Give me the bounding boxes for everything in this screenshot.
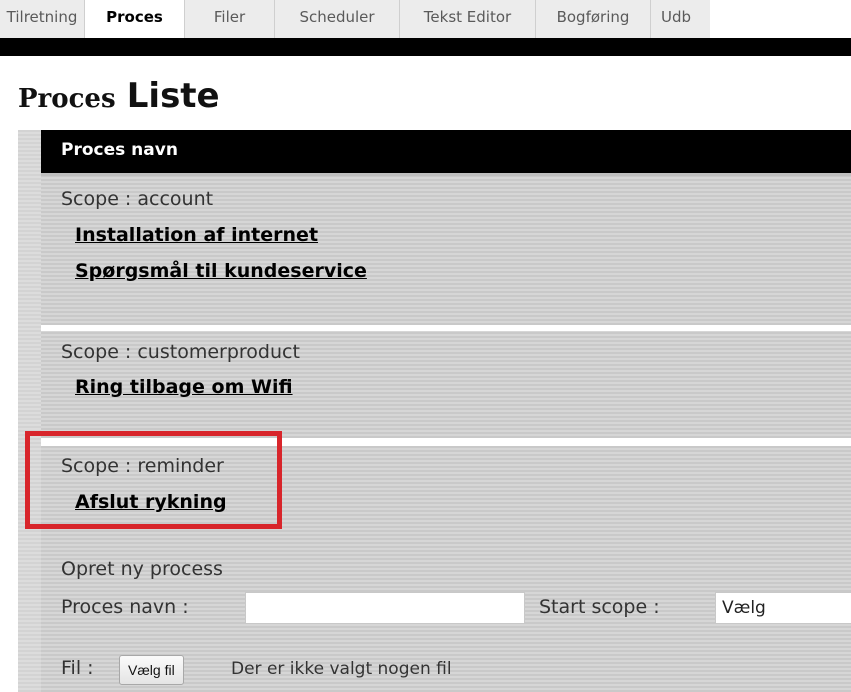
process-link-installation-af-internet[interactable]: Installation af internet	[75, 224, 318, 246]
scope-group-account: Scope : account Installation af internet…	[41, 176, 851, 325]
tab-proces[interactable]: Proces	[84, 0, 184, 38]
left-gutter	[18, 130, 41, 692]
process-link-afslut-rykning[interactable]: Afslut rykning	[75, 491, 227, 513]
tab-tekst-editor[interactable]: Tekst Editor	[399, 0, 535, 38]
column-header-proces-navn: Proces navn	[61, 140, 178, 160]
file-status-text: Der er ikke valgt nogen fil	[231, 659, 452, 679]
tab-bogforing[interactable]: Bogføring	[535, 0, 650, 38]
page-title-small: Proces	[18, 84, 116, 114]
process-link-sporgsmal-til-kundeservice[interactable]: Spørgsmål til kundeservice	[75, 260, 367, 282]
process-name-input[interactable]	[245, 592, 525, 624]
scope-label: Scope : customerproduct	[61, 341, 300, 363]
tab-udb[interactable]: Udb	[650, 0, 710, 38]
file-label: Fil :	[61, 657, 94, 679]
tab-scheduler[interactable]: Scheduler	[274, 0, 399, 38]
tab-tilretning[interactable]: Tilretning	[0, 0, 84, 38]
table-header: Proces navn	[41, 130, 851, 176]
start-scope-select[interactable]: Vælg	[715, 592, 851, 624]
process-name-label: Proces navn :	[61, 596, 189, 618]
process-link-ring-tilbage-om-wifi[interactable]: Ring tilbage om Wifi	[75, 376, 293, 398]
start-scope-label: Start scope :	[539, 596, 660, 618]
scope-label: Scope : reminder	[61, 455, 224, 477]
scope-group-reminder: Scope : reminder Afslut rykning Opret ny…	[41, 446, 851, 692]
top-tab-bar: Tilretning Proces Filer Scheduler Tekst …	[0, 0, 851, 38]
page-title: Proces Liste	[18, 76, 220, 116]
tab-filer[interactable]: Filer	[184, 0, 274, 38]
choose-file-button[interactable]: Vælg fil	[119, 655, 184, 685]
scope-group-customerproduct: Scope : customerproduct Ring tilbage om …	[41, 331, 851, 438]
tab-underline-bar	[0, 38, 851, 56]
page-title-large: Liste	[126, 76, 220, 116]
create-process-form: Proces navn : Start scope : Vælg Fil : V…	[41, 556, 851, 692]
scope-label: Scope : account	[61, 188, 214, 210]
